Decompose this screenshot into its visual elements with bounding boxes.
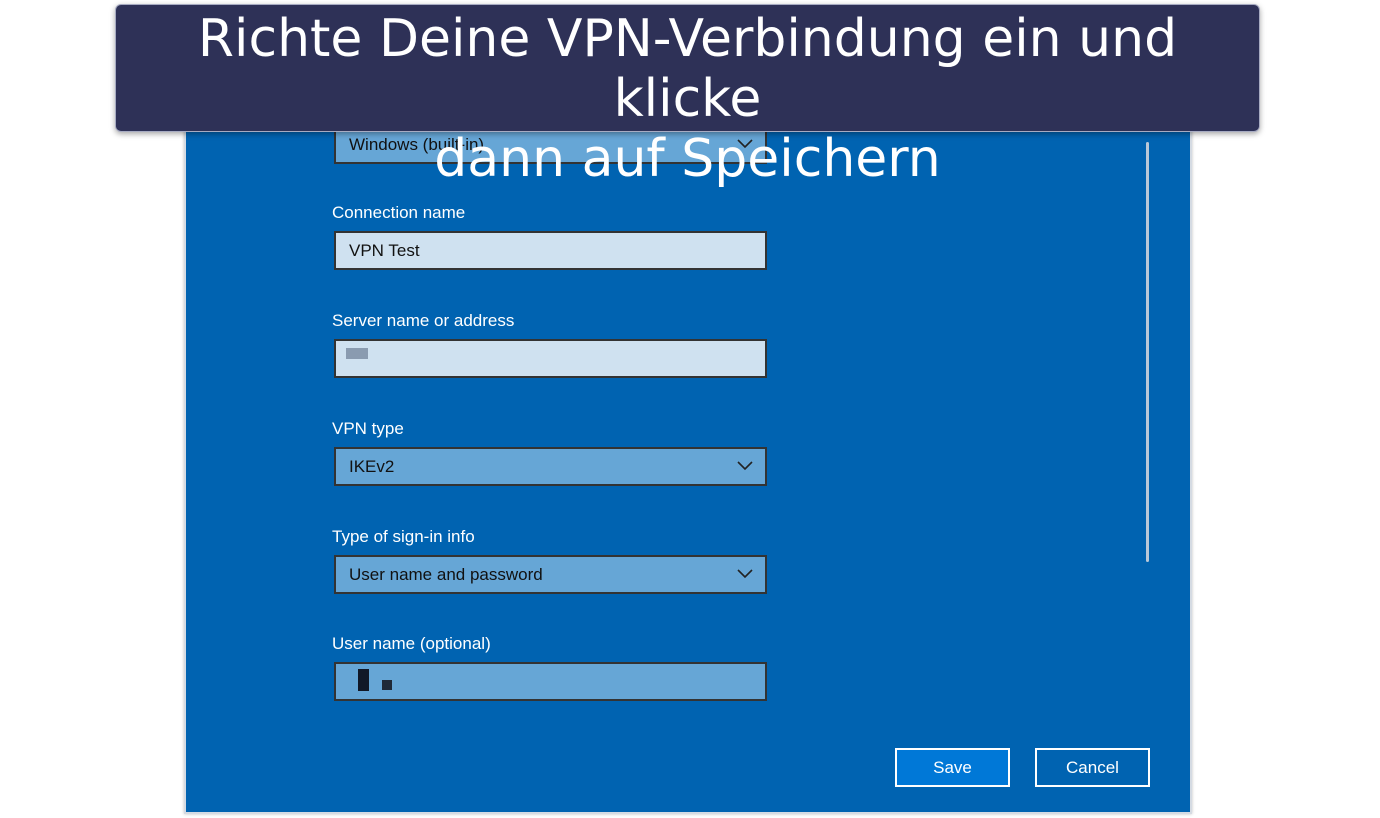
scrollbar[interactable]: [1146, 142, 1149, 562]
save-button[interactable]: Save: [895, 748, 1010, 787]
connection-name-field[interactable]: VPN Test: [334, 231, 767, 270]
chevron-down-icon: [737, 569, 753, 579]
redacted-text-block: [358, 669, 369, 691]
banner-line-2: dann auf Speichern: [434, 129, 941, 189]
banner-line-1: Richte Deine VPN-Verbindung ein und klic…: [197, 9, 1178, 129]
vpn-type-select[interactable]: IKEv2: [334, 447, 767, 486]
signin-type-select[interactable]: User name and password: [334, 555, 767, 594]
server-address-label: Server name or address: [332, 311, 515, 330]
signin-type-value: User name and password: [349, 565, 543, 584]
vpn-type-label: VPN type: [332, 419, 404, 438]
username-field[interactable]: [334, 662, 767, 701]
vpn-settings-dialog: Windows (built-in) Connection name VPN T…: [184, 100, 1192, 814]
connection-name-value: VPN Test: [349, 241, 420, 260]
instruction-banner: Richte Deine VPN-Verbindung ein und klic…: [115, 4, 1260, 189]
signin-type-label: Type of sign-in info: [332, 527, 475, 546]
connection-name-label: Connection name: [332, 203, 466, 222]
vpn-type-value: IKEv2: [349, 457, 395, 476]
cancel-button[interactable]: Cancel: [1035, 748, 1150, 787]
server-address-field[interactable]: [334, 339, 767, 378]
redacted-text-block: [382, 680, 392, 690]
chevron-down-icon: [737, 461, 753, 471]
redacted-text-block: [346, 348, 368, 359]
username-label: User name (optional): [332, 634, 491, 653]
